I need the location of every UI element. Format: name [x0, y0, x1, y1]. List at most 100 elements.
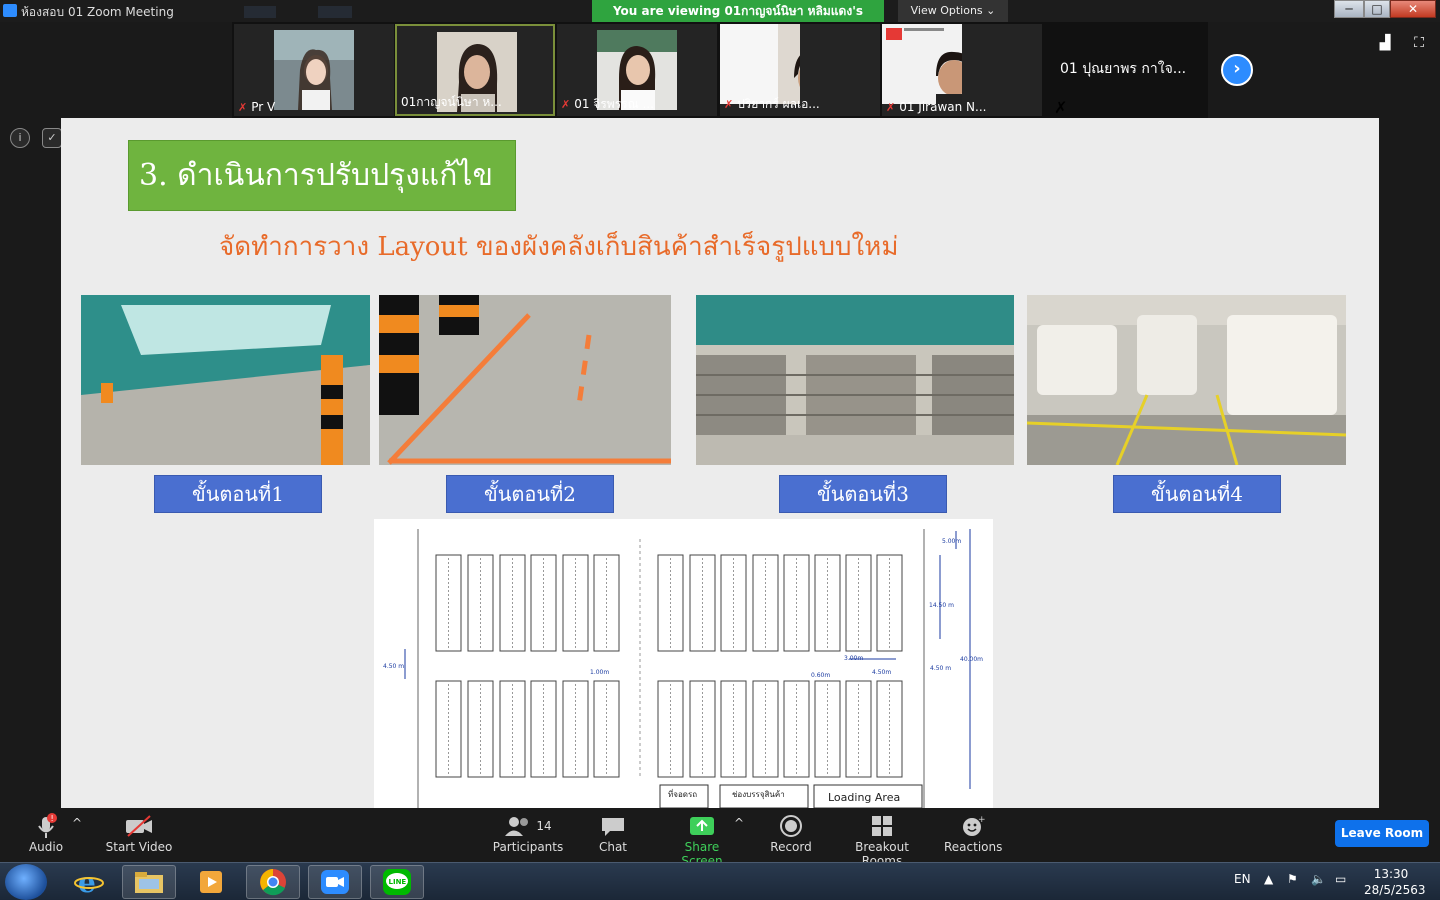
media-player-icon[interactable] — [184, 865, 238, 899]
language-indicator[interactable]: EN — [1234, 872, 1251, 886]
chrome-icon[interactable] — [246, 865, 300, 899]
leave-room-button[interactable]: Leave Room — [1335, 820, 1429, 847]
step-label-4: ขั้นตอนที่4 — [1113, 475, 1281, 513]
zoom-taskbar-icon[interactable] — [308, 865, 362, 899]
network-icon[interactable]: ▭ — [1335, 872, 1346, 886]
zoom-app-icon — [3, 4, 17, 17]
participants-count: 14 — [536, 819, 552, 833]
participants-icon: 14 — [492, 812, 564, 840]
view-options-button[interactable]: View Options ⌄ — [898, 0, 1008, 22]
zone-label: ที่จอดรถ — [668, 788, 697, 799]
step-label-3: ขั้นตอนที่3 — [779, 475, 947, 513]
windows-taskbar: e LINE EN ▲ ⚑ 🔈 ▭ 13:30 28/5/2563 — [0, 862, 1440, 900]
overflow-participant-name: 01 ปุณยาพร กาใจ... — [1060, 61, 1187, 77]
chat-label: Chat — [598, 840, 628, 854]
slide-heading: 3. ดำเนินการปรับปรุงแก้ไข — [128, 140, 516, 211]
breakout-rooms-icon — [836, 812, 928, 840]
muted-mic-icon: ✗ — [724, 98, 734, 111]
participant-tile[interactable]: ✗ ปริยากร์ ผลเอ... — [720, 24, 880, 116]
step-label-1: ขั้นตอนที่1 — [154, 475, 322, 513]
microphone-icon: ! — [20, 812, 72, 840]
viewing-banner: You are viewing 01กาญจน์นิษา หลิมแดง's s… — [592, 0, 884, 40]
tray-expand-icon[interactable]: ▲ — [1264, 872, 1273, 886]
maximize-button[interactable]: □ — [1364, 0, 1390, 18]
breakout-rooms-button[interactable]: Breakout Rooms — [836, 812, 928, 868]
participant-name: ✗ Pr V — [238, 100, 276, 114]
start-video-label: Start Video — [105, 840, 173, 854]
participant-photo — [274, 30, 354, 110]
gallery-layout-icon[interactable]: ▟ — [1377, 36, 1393, 50]
muted-mic-icon: ✗ — [238, 101, 248, 114]
stacked-goods-photo-step3 — [696, 295, 1014, 465]
participant-tile[interactable]: ✗ 01 Jirawan N... — [882, 24, 1042, 116]
participant-photo — [882, 24, 962, 104]
minimize-button[interactable]: ─ — [1334, 0, 1364, 18]
participants-button[interactable]: 14 Participants — [492, 812, 564, 854]
meeting-toolbar: ! Audio ^ Start Video 14 Participants Ch… — [0, 808, 1440, 868]
start-video-button[interactable]: Start Video — [104, 812, 174, 854]
dim-label: 3.00m — [844, 655, 863, 662]
fullscreen-icon[interactable]: ⛶ — [1411, 36, 1427, 50]
floor-marking-photo-step2 — [379, 295, 671, 465]
muted-mic-icon: ✗ — [886, 101, 896, 114]
record-label: Record — [770, 840, 812, 854]
warehouse-photo-step1 — [81, 295, 370, 465]
share-screen-button[interactable]: Share Screen — [664, 812, 740, 868]
audio-options-caret[interactable]: ^ — [70, 816, 84, 830]
system-clock[interactable]: 13:30 28/5/2563 — [1364, 866, 1426, 898]
internet-explorer-icon[interactable]: e — [62, 865, 116, 899]
reactions-label: Reactions — [944, 840, 1003, 854]
participant-photo — [720, 24, 800, 104]
chat-icon — [590, 812, 636, 840]
bulk-bags-photo-step4 — [1027, 295, 1346, 465]
muted-mic-icon: ✗ — [1054, 98, 1068, 117]
svg-text:!: ! — [51, 814, 54, 823]
step-label-2: ขั้นตอนที่2 — [446, 475, 614, 513]
clock-time: 13:30 — [1373, 867, 1409, 881]
chevron-down-icon: ⌄ — [986, 4, 996, 17]
line-app-icon[interactable]: LINE — [370, 865, 424, 899]
ghost-overlay — [244, 6, 276, 18]
participant-name: ✗ ปริยากร์ ผลเอ... — [724, 97, 820, 111]
info-icon[interactable]: i — [10, 128, 30, 148]
action-center-flag-icon[interactable]: ⚑ — [1287, 872, 1298, 886]
reactions-button[interactable]: + Reactions — [944, 812, 1002, 854]
clock-date: 28/5/2563 — [1364, 883, 1426, 897]
dim-label: 14.50 m — [929, 602, 954, 609]
zone-label: Loading Area — [828, 791, 900, 804]
shield-icon[interactable]: ✓ — [42, 128, 62, 148]
warehouse-floor-plan: 5.00m 14.50 m 40.00m 4.50 m 4.50 m 1.00m… — [374, 519, 993, 808]
volume-icon[interactable]: 🔈 — [1311, 872, 1326, 886]
dim-label: 4.50 m — [930, 665, 951, 672]
slide-subtitle: จัดทำการวาง Layout ของผังคลังเก็บสินค้าส… — [219, 232, 899, 262]
zoom-window: ห้องสอบ 01 Zoom Meeting You are viewing … — [0, 0, 1440, 900]
share-options-caret[interactable]: ^ — [732, 816, 746, 830]
shared-screen-slide: 3. ดำเนินการปรับปรุงแก้ไข จัดทำการวาง La… — [61, 118, 1379, 808]
participants-label: Participants — [492, 840, 564, 854]
dim-label: 40.00m — [960, 656, 983, 663]
audio-button[interactable]: ! Audio — [20, 812, 72, 854]
participant-tile-active[interactable]: 01กาญจน์นิษา ห... — [395, 24, 555, 116]
record-button[interactable]: Record — [764, 812, 818, 854]
view-options-label: View Options — [910, 4, 983, 17]
participant-tile[interactable]: ✗ Pr V — [234, 24, 394, 116]
participant-name: ✗ 01 Jirawan N... — [886, 100, 987, 114]
close-button[interactable]: ✕ — [1390, 0, 1436, 18]
participant-name: ✗ 01 จิรพรรณ ... — [561, 97, 654, 111]
ghost-overlay — [318, 6, 352, 18]
start-button-icon[interactable] — [5, 864, 47, 900]
dim-label: 0.60m — [811, 672, 830, 679]
participant-tile[interactable]: ✗ 01 จิรพรรณ ... — [557, 24, 717, 116]
title-bar: ห้องสอบ 01 Zoom Meeting You are viewing … — [0, 0, 1440, 40]
svg-text:LINE: LINE — [389, 878, 407, 886]
dim-label: 5.00m — [942, 538, 961, 545]
dim-label: 4.50 m — [383, 663, 404, 670]
file-explorer-icon[interactable] — [122, 865, 176, 899]
record-icon — [764, 812, 818, 840]
reactions-icon: + — [944, 812, 1002, 840]
svg-text:+: + — [978, 815, 985, 825]
share-screen-icon — [664, 812, 740, 840]
svg-text:e: e — [78, 867, 96, 897]
chevron-right-icon[interactable]: › — [1221, 54, 1253, 86]
chat-button[interactable]: Chat — [590, 812, 636, 854]
